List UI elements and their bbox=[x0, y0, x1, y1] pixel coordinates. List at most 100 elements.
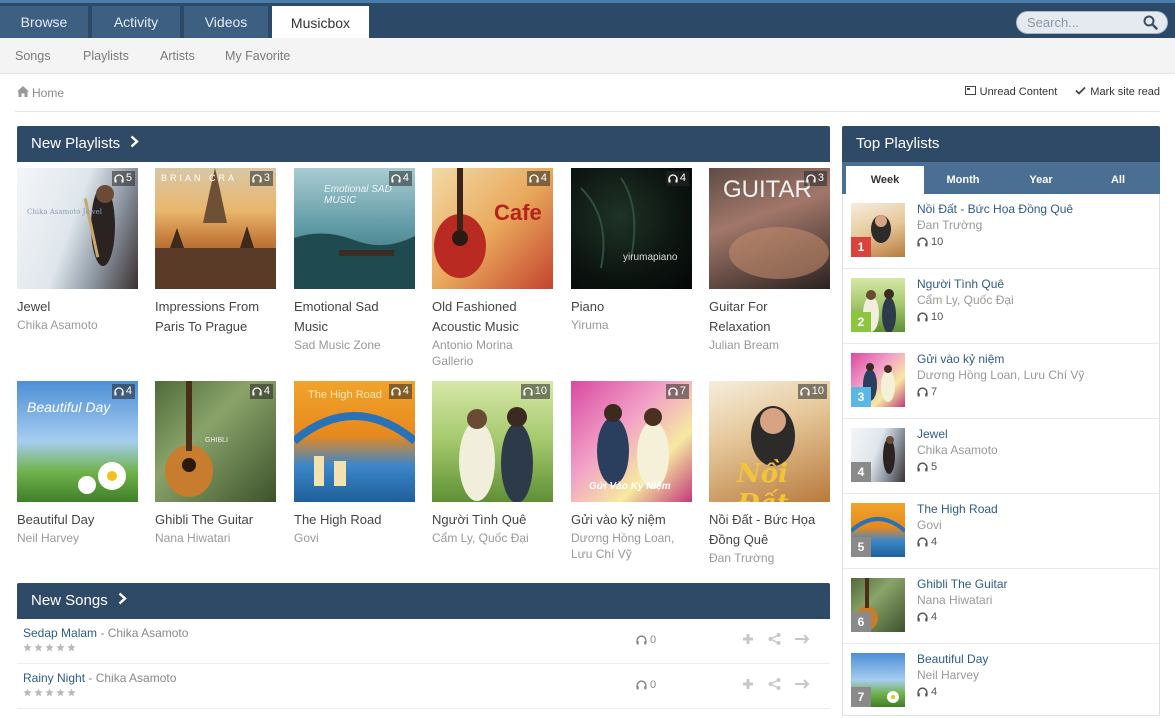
playlist-cover-high-road[interactable]: The High Road 4 bbox=[294, 381, 415, 502]
new-playlists-header[interactable]: New Playlists bbox=[17, 126, 830, 162]
playlist-cover-beautiful-day[interactable]: Beautiful Day 4 bbox=[17, 381, 138, 502]
arrow-right-icon[interactable] bbox=[795, 678, 810, 690]
top-playlist-artist[interactable]: Đan Trường bbox=[917, 218, 982, 232]
playlist-card[interactable]: Cafe 4 Old Fashioned Acoustic Music Anto… bbox=[432, 168, 553, 369]
subnav-songs[interactable]: Songs bbox=[15, 49, 50, 63]
top-playlist-title[interactable]: Ghibli The Guitar bbox=[917, 577, 1008, 591]
playlist-card[interactable]: Gửi Vào Kỷ Niệm 7 Gửi vào kỷ niệm Dương … bbox=[571, 381, 692, 562]
playlist-card[interactable]: Emotional SAD MUSIC 4 Emotional Sad Musi… bbox=[294, 168, 415, 353]
playlist-artist[interactable]: Sad Music Zone bbox=[294, 337, 415, 353]
playlist-card[interactable]: Beautiful Day 4 Beautiful Day Neil Harve… bbox=[17, 381, 138, 546]
playlist-artist[interactable]: Govi bbox=[294, 530, 415, 546]
playlist-card[interactable]: GHIBLI 4 Ghibli The Guitar Nana Hiwatari bbox=[155, 381, 276, 546]
playlist-cover-guitar[interactable]: GUITAR 3 bbox=[709, 168, 830, 289]
playlist-cover-jewel[interactable]: Chika Asamoto Jewel 5 bbox=[17, 168, 138, 289]
top-playlist-artist[interactable]: Nana Hiwatari bbox=[917, 593, 992, 607]
new-songs-header[interactable]: New Songs bbox=[17, 583, 830, 619]
top-playlist-title[interactable]: Jewel bbox=[917, 427, 948, 441]
playlist-card[interactable]: Nồi Đất 10 Nồi Đất - Bức Họa Đồng Quê Đa… bbox=[709, 381, 830, 566]
top-playlist-thumbnail[interactable]: 6 bbox=[851, 578, 905, 632]
playlist-title[interactable]: Ghibli The Guitar bbox=[155, 510, 276, 530]
playlist-cover-ghibli[interactable]: GHIBLI 4 bbox=[155, 381, 276, 502]
playlist-card[interactable]: BRIAN CRA 3 Impressions From Paris To Pr… bbox=[155, 168, 276, 337]
rating-stars[interactable] bbox=[23, 643, 78, 652]
playlist-title[interactable]: The High Road bbox=[294, 510, 415, 530]
playlist-title[interactable]: Jewel bbox=[17, 297, 138, 317]
playlist-cover-gui-vao-ky-niem[interactable]: Gửi Vào Kỷ Niệm 7 bbox=[571, 381, 692, 502]
top-playlist-thumbnail[interactable]: 5 bbox=[851, 503, 905, 557]
share-icon[interactable] bbox=[768, 678, 781, 690]
playlist-artist[interactable]: Yiruma bbox=[571, 317, 692, 333]
playlist-card[interactable]: The High Road 4 The High Road Govi bbox=[294, 381, 415, 546]
arrow-right-icon[interactable] bbox=[795, 633, 810, 645]
song-title-link[interactable]: Rainy Night - Chika Asamoto bbox=[23, 671, 176, 685]
top-playlist-thumbnail[interactable]: 4 bbox=[851, 428, 905, 482]
playlist-card[interactable]: GUITAR 3 Guitar For Relaxation Julian Br… bbox=[709, 168, 830, 353]
tab-browse[interactable]: Browse bbox=[0, 6, 88, 38]
playlist-cover-cafe[interactable]: Cafe 4 bbox=[432, 168, 553, 289]
top-playlist-title[interactable]: The High Road bbox=[917, 502, 998, 516]
playlist-cover-sad-music[interactable]: Emotional SAD MUSIC 4 bbox=[294, 168, 415, 289]
playlist-artist[interactable]: Neil Harvey bbox=[17, 530, 138, 546]
subnav-artists[interactable]: Artists bbox=[160, 49, 195, 63]
tab-activity[interactable]: Activity bbox=[92, 6, 180, 38]
top-playlist-artist[interactable]: Neil Harvey bbox=[917, 668, 979, 682]
subnav-playlists[interactable]: Playlists bbox=[83, 49, 129, 63]
playlist-cover-noi-dat[interactable]: Nồi Đất 10 bbox=[709, 381, 830, 502]
rating-stars[interactable] bbox=[23, 688, 78, 697]
top-playlist-thumbnail[interactable]: 1 bbox=[851, 203, 905, 257]
playlist-artist[interactable]: Cẩm Ly, Quốc Đại bbox=[432, 530, 553, 546]
top-playlist-title[interactable]: Người Tình Quê bbox=[917, 277, 1004, 291]
playlist-title[interactable]: Emotional Sad Music bbox=[294, 297, 415, 337]
breadcrumb[interactable]: Home bbox=[17, 86, 64, 100]
unread-content-link[interactable]: Unread Content bbox=[964, 86, 1057, 98]
top-playlist-artist[interactable]: Govi bbox=[917, 518, 942, 532]
playlist-card[interactable]: 10 Người Tình Quê Cẩm Ly, Quốc Đại bbox=[432, 381, 553, 546]
playlist-artist[interactable]: Nana Hiwatari bbox=[155, 530, 276, 546]
top-playlist-thumbnail[interactable]: 7 bbox=[851, 653, 905, 707]
subnav-my-favorite[interactable]: My Favorite bbox=[225, 49, 290, 63]
tab-videos[interactable]: Videos bbox=[184, 6, 268, 38]
playlist-title[interactable]: Guitar For Relaxation bbox=[709, 297, 830, 337]
playlist-card[interactable]: yirumapiano 4 Piano Yiruma bbox=[571, 168, 692, 333]
playlist-cover-nguoi-tinh-que[interactable]: 10 bbox=[432, 381, 553, 502]
playlist-title[interactable]: Old Fashioned Acoustic Music bbox=[432, 297, 553, 337]
top-playlist-artist[interactable]: Dương Hồng Loan, Lưu Chí Vỹ bbox=[917, 368, 1084, 382]
top-playlist-artist[interactable]: Cẩm Ly, Quốc Đại bbox=[917, 293, 1014, 307]
search-icon[interactable] bbox=[1143, 15, 1158, 30]
playlist-title[interactable]: Nồi Đất - Bức Họa Đồng Quê bbox=[709, 510, 830, 550]
top-playlist-title[interactable]: Nồi Đất - Bức Họa Đồng Quê bbox=[917, 202, 1073, 216]
breadcrumb-home[interactable]: Home bbox=[32, 86, 64, 100]
playlist-title[interactable]: Người Tình Quê bbox=[432, 510, 553, 530]
tab-month[interactable]: Month bbox=[924, 166, 1002, 194]
top-playlist-title[interactable]: Beautiful Day bbox=[917, 652, 988, 666]
top-playlist-artist[interactable]: Chika Asamoto bbox=[917, 443, 998, 457]
tab-all[interactable]: All bbox=[1080, 166, 1156, 194]
playlist-cover-paris-prague[interactable]: BRIAN CRA 3 bbox=[155, 168, 276, 289]
add-icon[interactable] bbox=[742, 678, 754, 690]
top-playlist-title[interactable]: Gửi vào kỷ niệm bbox=[917, 352, 1004, 366]
playlist-title[interactable]: Piano bbox=[571, 297, 692, 317]
playlist-title[interactable]: Impressions From Paris To Prague bbox=[155, 297, 276, 337]
playlist-artist[interactable]: Julian Bream bbox=[709, 337, 830, 353]
playlist-artist[interactable]: Dương Hồng Loan, Lưu Chí Vỹ bbox=[571, 530, 692, 562]
top-playlist-thumbnail[interactable]: 3 bbox=[851, 353, 905, 407]
tab-week[interactable]: Week bbox=[846, 166, 924, 194]
playlist-title[interactable]: Beautiful Day bbox=[17, 510, 138, 530]
top-playlists-header: Top Playlists bbox=[842, 126, 1160, 162]
song-title-link[interactable]: Sedap Malam - Chika Asamoto bbox=[23, 626, 188, 640]
playlist-cover-piano[interactable]: yirumapiano 4 bbox=[571, 168, 692, 289]
playlist-artist[interactable]: Đan Trường bbox=[709, 550, 830, 566]
add-icon[interactable] bbox=[742, 633, 754, 645]
mark-site-read-link[interactable]: Mark site read bbox=[1075, 86, 1160, 98]
playlist-artist[interactable]: Antonio Morina Gallerio bbox=[432, 337, 553, 369]
search-input[interactable] bbox=[1027, 15, 1137, 30]
share-icon[interactable] bbox=[768, 633, 781, 645]
playlist-card[interactable]: Chika Asamoto Jewel 5 Jewel Chika Asamot… bbox=[17, 168, 138, 333]
playlist-title[interactable]: Gửi vào kỷ niệm bbox=[571, 510, 692, 530]
top-playlist-thumbnail[interactable]: 2 bbox=[851, 278, 905, 332]
tab-musicbox[interactable]: Musicbox bbox=[272, 6, 369, 41]
play-count-badge: 4 bbox=[526, 171, 550, 186]
tab-year[interactable]: Year bbox=[1002, 166, 1080, 194]
playlist-artist[interactable]: Chika Asamoto bbox=[17, 317, 138, 333]
